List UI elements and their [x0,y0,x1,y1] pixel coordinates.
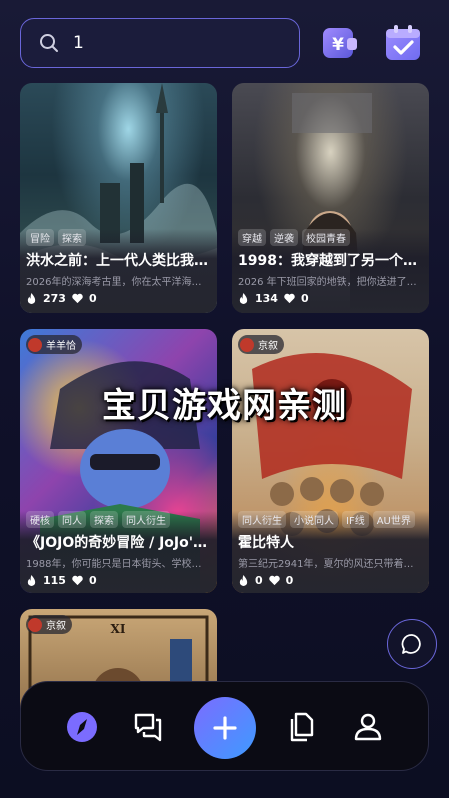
messages-icon[interactable] [131,710,165,744]
heart-icon[interactable] [72,293,83,304]
author-name: 京叙 [46,621,66,632]
avatar [28,617,42,632]
profile-icon[interactable] [351,710,385,744]
tag[interactable]: 硬核 [26,511,54,528]
card-description: 第三纪元2941年，夏尔的风还只带着… [238,559,414,570]
fire-count: 115 [43,574,66,587]
calendar-check-icon[interactable] [384,24,422,62]
story-card[interactable]: 京叙 同人衍生 小说同人 IF线 AU世界 霍比特人 第三纪元2941年，夏尔的… [232,329,429,593]
story-card[interactable]: 穿越 逆袭 校园青春 1998：我穿越到了另一个… 2026 年下班回家的地铁，… [232,83,429,313]
tag[interactable]: 同人衍生 [122,511,170,528]
card-description: 2026年的深海考古里，你在太平洋海… [26,277,202,288]
tag[interactable]: 校园青春 [302,229,350,246]
card-title: 1998：我穿越到了另一个… [238,253,417,269]
fire-icon [239,575,248,586]
tag[interactable]: 冒险 [26,229,54,246]
author-name: 羊羊恰 [46,341,76,352]
avatar [240,337,254,352]
fire-icon [27,575,36,586]
author-chip[interactable]: 京叙 [26,615,72,634]
tag[interactable]: 穿越 [238,229,266,246]
story-card[interactable]: 冒险 探索 洪水之前：上一代人类比我… 2026年的深海考古里，你在太平洋海… … [20,83,217,313]
chat-bubble-icon [401,634,421,654]
svg-text:¥: ¥ [332,35,344,55]
yen-wallet-icon[interactable]: ¥ [321,24,359,62]
heart-icon[interactable] [284,293,295,304]
tag[interactable]: AU世界 [372,511,415,528]
tag[interactable]: IF线 [342,511,369,528]
documents-icon[interactable] [285,710,319,744]
tag[interactable]: 同人衍生 [238,511,286,528]
card-description: 2026 年下班回家的地铁，把你送进了… [238,277,417,288]
like-count: 0 [285,574,294,587]
tag[interactable]: 同人 [58,511,86,528]
like-count: 0 [88,574,97,587]
search-input[interactable]: 1 [20,18,300,68]
svg-text:XI: XI [111,622,126,636]
tag[interactable]: 探索 [90,511,118,528]
create-button[interactable] [194,697,256,759]
author-chip[interactable]: 京叙 [238,335,284,354]
heart-icon[interactable] [268,575,280,586]
card-title: 洪水之前：上一代人类比我… [26,253,208,269]
story-card[interactable]: 羊羊恰 硬核 同人 探索 同人衍生 《JOJO的奇妙冒险 / JoJo'… 19… [20,329,217,593]
tag[interactable]: 探索 [58,229,86,246]
plus-icon [213,716,237,740]
search-value: 1 [73,33,84,53]
avatar [28,337,42,352]
fire-count: 0 [255,574,263,587]
like-count: 0 [300,292,309,305]
heart-icon[interactable] [72,575,83,586]
like-count: 0 [88,292,97,305]
fire-count: 134 [255,292,278,305]
search-icon [40,34,58,52]
tag[interactable]: 小说同人 [290,511,338,528]
card-title: 霍比特人 [238,535,294,551]
tag[interactable]: 逆袭 [270,229,298,246]
compass-icon[interactable] [65,710,99,744]
card-description: 1988年，你可能只是日本街头、学校… [26,559,202,570]
bottom-nav [20,681,429,771]
watermark-text: 宝贝游戏网亲测 [102,386,347,426]
fire-count: 273 [43,292,66,305]
card-title: 《JOJO的奇妙冒险 / JoJo'… [26,535,208,551]
fire-icon [27,293,36,304]
fire-icon [239,293,248,304]
author-chip[interactable]: 羊羊恰 [26,335,82,354]
author-name: 京叙 [258,341,278,352]
chat-button[interactable] [387,619,437,669]
